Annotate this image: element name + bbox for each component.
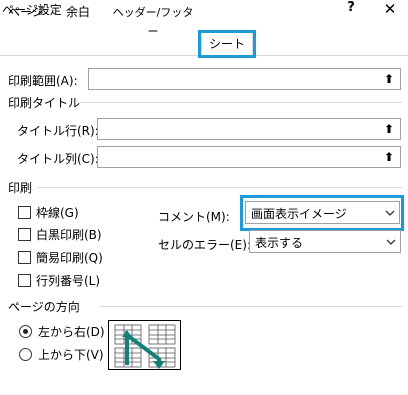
collapse-dialog-icon[interactable]: ⬆	[380, 70, 398, 88]
print-divider	[38, 187, 402, 188]
draft-quality-label: 簡易印刷(Q)	[36, 251, 103, 265]
close-button[interactable]: ✕	[378, 0, 402, 20]
page-order-divider	[100, 306, 402, 307]
cell-errors-label: セルのエラー(E):	[158, 238, 251, 252]
top-to-bottom-radio[interactable]	[19, 348, 32, 361]
black-and-white-label: 白黒印刷(B)	[36, 228, 102, 242]
comments-label: コメント(M):	[158, 210, 230, 224]
gridlines-checkbox[interactable]	[18, 206, 31, 219]
title-rows-input[interactable]: ⬆	[97, 118, 401, 140]
help-button[interactable]: ?	[340, 0, 362, 20]
collapse-dialog-icon[interactable]: ⬆	[380, 148, 398, 166]
left-to-right-label: 左から右(D)	[38, 325, 105, 339]
black-and-white-checkbox[interactable]	[18, 228, 31, 241]
print-area-label: 印刷範囲(A):	[8, 74, 78, 88]
comments-select-highlight	[240, 195, 404, 231]
tab-page[interactable]: ページ	[6, 3, 46, 24]
row-col-headings-label: 行列番号(L)	[36, 274, 101, 288]
chevron-down-icon[interactable]	[382, 231, 400, 252]
title-columns-label: タイトル列(C):	[17, 152, 99, 166]
print-heading: 印刷	[8, 181, 33, 195]
gridlines-label: 枠線(G)	[36, 206, 79, 220]
title-columns-input[interactable]: ⬆	[97, 146, 401, 168]
top-to-bottom-label: 上から下(V)	[38, 348, 104, 362]
tab-header-footer[interactable]: ヘッダー/フッター	[110, 3, 196, 38]
page-order-heading: ページの方向	[8, 300, 80, 314]
row-col-headings-checkbox[interactable]	[18, 274, 31, 287]
title-rows-label: タイトル行(R):	[17, 124, 99, 138]
draft-quality-checkbox[interactable]	[18, 251, 31, 264]
print-titles-divider	[78, 102, 402, 103]
print-titles-heading: 印刷タイトル	[8, 96, 81, 110]
left-to-right-radio[interactable]	[19, 325, 32, 338]
cell-errors-select[interactable]: 表示する	[249, 230, 401, 253]
cell-errors-select-value: 表示する	[255, 236, 304, 250]
tab-sheet-highlight	[198, 30, 256, 58]
collapse-dialog-icon[interactable]: ⬆	[380, 120, 398, 138]
print-area-input[interactable]: ⬆	[88, 68, 401, 90]
page-order-preview-icon	[108, 320, 181, 370]
tab-margins[interactable]: 余白	[58, 3, 98, 24]
